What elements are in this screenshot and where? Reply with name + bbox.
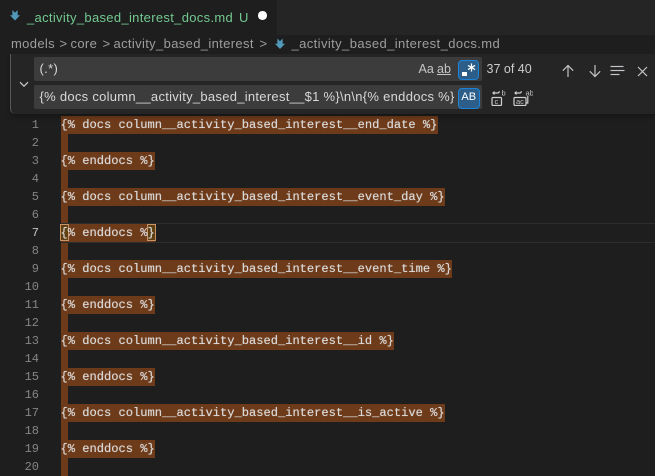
svg-text:ac: ac	[516, 97, 524, 106]
svg-text:b: b	[501, 90, 505, 98]
svg-text:c: c	[494, 97, 498, 106]
svg-text:ab: ab	[525, 90, 533, 98]
